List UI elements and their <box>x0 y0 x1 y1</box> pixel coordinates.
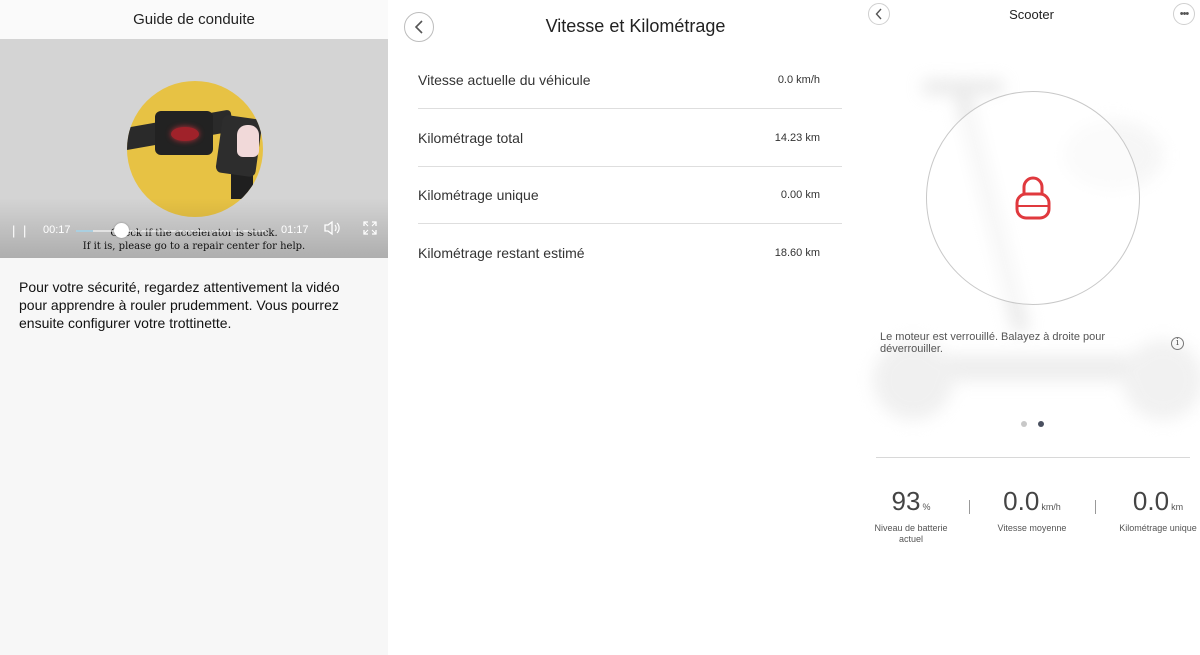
safety-description: Pour votre sécurité, regardez attentivem… <box>19 279 340 331</box>
fullscreen-icon[interactable] <box>362 220 378 240</box>
video-progress-fill <box>76 230 94 232</box>
average-speed-stat: 0.0 km/h Vitesse moyenne <box>987 486 1077 534</box>
row-label: Kilométrage total <box>418 130 524 146</box>
row-value: 18.60 km <box>774 247 820 259</box>
trip-mileage-stat: 0.0 km Kilométrage unique <box>1119 486 1197 534</box>
stat-value: 0.0 <box>1003 486 1040 516</box>
list-item: Vitesse actuelle du véhicule 0.0 km/h <box>418 51 842 109</box>
stat-unit: km/h <box>1041 502 1061 512</box>
stat-label: Kilométrage unique <box>1119 523 1197 533</box>
duration-time: 01:17 <box>281 224 309 236</box>
back-button[interactable] <box>404 12 434 42</box>
video-player[interactable]: Check if the accelerator is stuck. If it… <box>0 39 388 258</box>
divider <box>876 457 1190 458</box>
stat-label: Vitesse moyenne <box>997 523 1067 533</box>
row-value: 0.00 km <box>780 189 820 201</box>
video-frame-illustration <box>127 81 263 217</box>
stat-unit: km <box>1171 502 1184 512</box>
video-progress-track[interactable] <box>76 230 266 232</box>
screen: Guide de conduite Check if the accelerat… <box>0 0 1200 655</box>
scooter-panel: Scooter ••• Le moteur est verrouillé. Ba… <box>863 0 1200 655</box>
page-title: Scooter <box>1009 7 1054 22</box>
chevron-left-icon <box>875 8 882 20</box>
pager-dot[interactable] <box>1021 421 1027 427</box>
finger-shape <box>237 125 259 157</box>
stat-separator <box>969 500 970 514</box>
row-label: Kilométrage restant estimé <box>418 245 585 261</box>
page-title: Guide de conduite <box>0 0 388 39</box>
back-button[interactable] <box>868 3 890 25</box>
list-item: Kilométrage restant estimé 18.60 km <box>418 224 842 282</box>
page-title: Vitesse et Kilométrage <box>545 16 726 36</box>
row-label: Kilométrage unique <box>418 187 539 203</box>
lock-icon <box>1015 176 1051 220</box>
stat-value: 0.0 <box>1132 486 1170 516</box>
pause-button[interactable]: | | <box>12 223 28 238</box>
throttle-light-shape <box>171 127 199 141</box>
stat-separator <box>1095 500 1096 514</box>
row-value: 14.23 km <box>774 132 820 144</box>
battery-stat: 93% Niveau de batterie actuel <box>871 486 951 545</box>
stat-unit: % <box>922 502 931 512</box>
row-value: 0.0 km/h <box>777 74 820 86</box>
list-item: Kilométrage total 14.23 km <box>418 109 842 167</box>
unlock-swipe-circle[interactable] <box>926 91 1140 305</box>
stat-label: Niveau de batterie actuel <box>874 523 948 544</box>
volume-icon[interactable] <box>323 220 341 240</box>
chevron-left-icon <box>414 20 423 34</box>
info-icon[interactable]: i <box>1171 337 1184 350</box>
row-label: Vitesse actuelle du véhicule <box>418 72 591 88</box>
more-dots-icon: ••• <box>1179 8 1190 20</box>
stat-value: 93 <box>891 486 921 516</box>
more-options-button[interactable]: ••• <box>1173 3 1195 25</box>
lock-status-message: Le moteur est verrouillé. Balayez à droi… <box>880 331 1106 355</box>
video-progress-thumb[interactable] <box>114 223 129 238</box>
subtitle-line-2: If it is, please go to a repair center f… <box>82 241 306 252</box>
pager-dot-active[interactable] <box>1038 421 1044 427</box>
list-item: Kilométrage unique 0.00 km <box>418 166 842 224</box>
speed-mileage-panel: Vitesse et Kilométrage Vitesse actuelle … <box>388 0 863 655</box>
driving-guide-panel: Guide de conduite Check if the accelerat… <box>0 0 388 655</box>
current-time: 00:17 <box>43 224 71 236</box>
